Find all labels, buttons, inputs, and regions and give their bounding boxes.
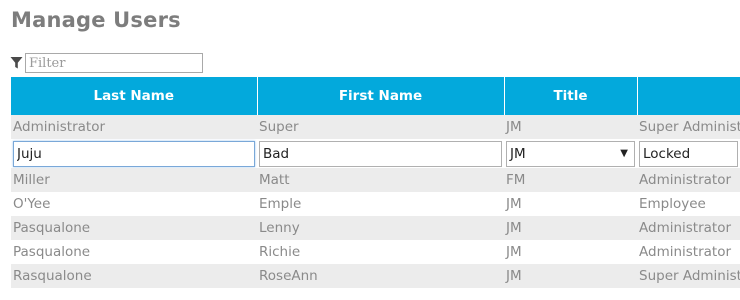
filter-bar	[10, 52, 203, 74]
table-row[interactable]: O'Yee Emple JM Employee	[11, 192, 740, 216]
cell-first-name: RoseAnn	[257, 264, 504, 288]
cell-role: Administrator	[639, 244, 732, 260]
cell-role: Super Administrator	[637, 264, 740, 288]
cell-last-name: Pasqualone	[11, 216, 257, 240]
cell-title: JM	[506, 196, 522, 212]
cell-role: Administrator	[637, 168, 740, 192]
cell-title: JM	[504, 115, 637, 139]
table-row[interactable]: Pasqualone Richie JM Administrator	[11, 240, 740, 264]
title-select-value: JM	[510, 145, 526, 162]
cell-last-name: Pasqualone	[13, 244, 91, 260]
first-name-field[interactable]	[259, 140, 502, 167]
dropdown-arrow-icon: ▼	[620, 148, 628, 159]
table-header-row: Last Name First Name Title	[11, 77, 740, 115]
table-row[interactable]: Pasqualone Lenny JM Administrator	[11, 216, 740, 240]
cell-title: JM	[504, 264, 637, 288]
cell-last-name: Miller	[11, 168, 257, 192]
cell-first-name: Matt	[257, 168, 504, 192]
cell-last-name: Rasqualone	[11, 264, 257, 288]
cell-title: JM	[504, 216, 637, 240]
cell-first-name: Lenny	[257, 216, 504, 240]
column-header-last-name[interactable]: Last Name	[11, 77, 258, 115]
users-table: Last Name First Name Title Administrator…	[11, 77, 740, 288]
column-header-first-name[interactable]: First Name	[257, 77, 505, 115]
column-header-role[interactable]	[637, 77, 740, 115]
filter-input[interactable]	[25, 53, 203, 73]
last-name-field[interactable]	[13, 140, 255, 167]
page-title: Manage Users	[11, 8, 181, 32]
table-row[interactable]: Rasqualone RoseAnn JM Super Administrato…	[11, 264, 740, 288]
funnel-icon	[10, 57, 23, 69]
table-row[interactable]: Miller Matt FM Administrator	[11, 168, 740, 192]
cell-first-name: Emple	[259, 196, 302, 212]
cell-first-name: Richie	[259, 244, 301, 260]
cell-role: Super Administrator	[637, 115, 740, 139]
column-header-title[interactable]: Title	[504, 77, 638, 115]
cell-last-name: O'Yee	[13, 196, 51, 212]
cell-first-name: Super	[257, 115, 504, 139]
cell-title: JM	[506, 244, 522, 260]
cell-last-name: Administrator	[11, 115, 257, 139]
cell-title: FM	[504, 168, 637, 192]
table-row-editing: JM ▼	[11, 139, 740, 168]
role-field[interactable]	[639, 140, 738, 167]
cell-role: Administrator	[637, 216, 740, 240]
title-select[interactable]: JM ▼	[506, 140, 635, 167]
table-row[interactable]: Administrator Super JM Super Administrat…	[11, 115, 740, 139]
cell-role: Employee	[639, 196, 706, 212]
